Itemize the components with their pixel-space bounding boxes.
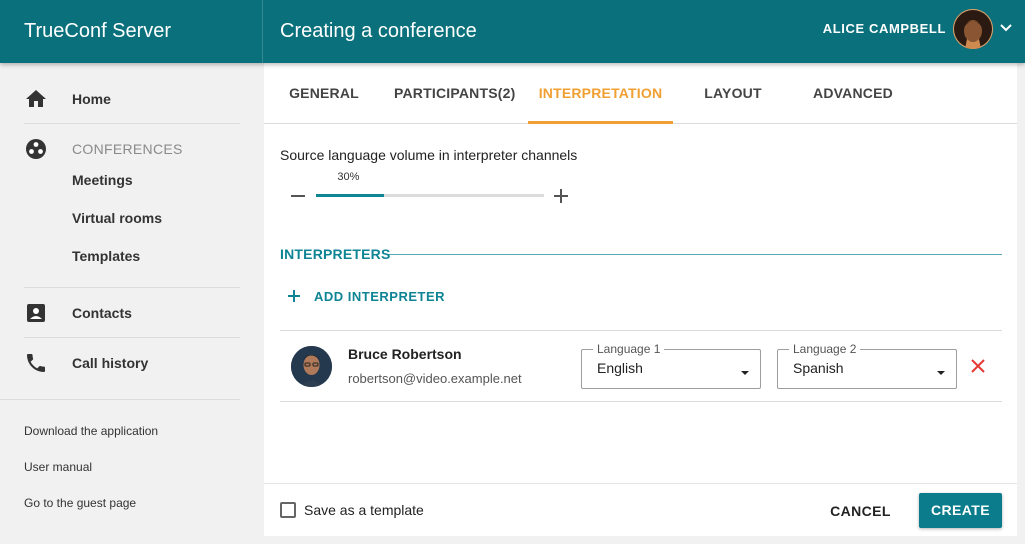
language-2-value: Spanish: [793, 360, 844, 376]
user-manual-link[interactable]: User manual: [24, 459, 92, 475]
create-button[interactable]: CREATE: [919, 493, 1002, 528]
sidebar-item-label: Contacts: [72, 305, 132, 321]
avatar: [291, 346, 332, 387]
contact-book-icon: [24, 301, 48, 325]
conference-editor: GENERAL PARTICIPANTS(2) INTERPRETATION L…: [264, 63, 1017, 536]
sidebar-item-label: Home: [72, 91, 111, 107]
section-divider: [386, 254, 1002, 255]
tab-general[interactable]: GENERAL: [278, 63, 370, 124]
volume-slider[interactable]: [316, 194, 544, 197]
save-template-checkbox[interactable]: [280, 502, 296, 518]
brand-title[interactable]: TrueConf Server: [0, 0, 263, 63]
sidebar-divider: [24, 337, 240, 338]
plus-icon[interactable]: [553, 188, 569, 204]
sidebar-divider: [0, 399, 240, 400]
sidebar-item-home[interactable]: Home: [0, 79, 263, 119]
sidebar-item-call-history[interactable]: Call history: [0, 343, 263, 383]
home-icon: [24, 87, 48, 111]
sidebar-divider: [24, 287, 240, 288]
dropdown-arrow-icon: [936, 365, 946, 375]
volume-label: Source language volume in interpreter ch…: [280, 147, 578, 163]
sidebar-item-templates[interactable]: Templates: [72, 246, 140, 266]
download-app-link[interactable]: Download the application: [24, 423, 158, 439]
sidebar-item-virtual-rooms[interactable]: Virtual rooms: [72, 208, 162, 228]
sidebar-divider: [24, 123, 240, 124]
volume-value: 30%: [337, 171, 360, 183]
sidebar: Home CONFERENCES Meetings Virtual rooms …: [0, 63, 263, 544]
user-avatar[interactable]: [953, 9, 993, 49]
chevron-down-icon[interactable]: [998, 20, 1014, 36]
language-1-value: English: [597, 360, 643, 376]
sidebar-item-label: CONFERENCES: [72, 141, 183, 157]
cancel-button[interactable]: CANCEL: [819, 494, 902, 528]
row-divider: [280, 330, 1002, 331]
page-title: Creating a conference: [280, 20, 477, 42]
tab-advanced[interactable]: ADVANCED: [802, 63, 904, 124]
language-1-label: Language 1: [593, 342, 665, 356]
language-2-select[interactable]: Language 2 Spanish: [777, 342, 957, 389]
row-divider: [280, 401, 1002, 402]
top-bar: TrueConf Server Creating a conference AL…: [0, 0, 1025, 63]
user-name[interactable]: ALICE CAMPBELL: [823, 0, 946, 58]
guest-page-link[interactable]: Go to the guest page: [24, 495, 136, 511]
dropdown-arrow-icon: [740, 365, 750, 375]
footer-divider: [264, 483, 1017, 484]
sidebar-item-label: Call history: [72, 355, 149, 371]
sidebar-item-contacts[interactable]: Contacts: [0, 293, 263, 333]
tab-interpretation[interactable]: INTERPRETATION: [528, 63, 673, 124]
language-2-label: Language 2: [789, 342, 861, 356]
sidebar-item-conferences[interactable]: CONFERENCES: [0, 129, 263, 169]
interpreter-name: Bruce Robertson: [348, 346, 462, 362]
conference-group-icon: [24, 137, 48, 161]
save-template-label[interactable]: Save as a template: [304, 502, 424, 518]
sidebar-item-meetings[interactable]: Meetings: [72, 170, 133, 190]
tab-bar: GENERAL PARTICIPANTS(2) INTERPRETATION L…: [264, 63, 1017, 124]
plus-icon: [288, 289, 302, 303]
language-1-select[interactable]: Language 1 English: [581, 342, 761, 389]
active-tab-indicator: [528, 121, 673, 124]
close-icon[interactable]: [969, 357, 987, 375]
volume-slider-fill: [316, 194, 385, 197]
interpreter-email: robertson@video.example.net: [348, 371, 522, 386]
phone-icon: [24, 351, 48, 375]
add-interpreter-label: ADD INTERPRETER: [314, 289, 446, 304]
minus-icon[interactable]: [290, 188, 306, 204]
tab-participants[interactable]: PARTICIPANTS(2): [394, 63, 515, 124]
interpreters-section-title: INTERPRETERS: [280, 246, 391, 262]
tab-layout[interactable]: LAYOUT: [691, 63, 775, 124]
